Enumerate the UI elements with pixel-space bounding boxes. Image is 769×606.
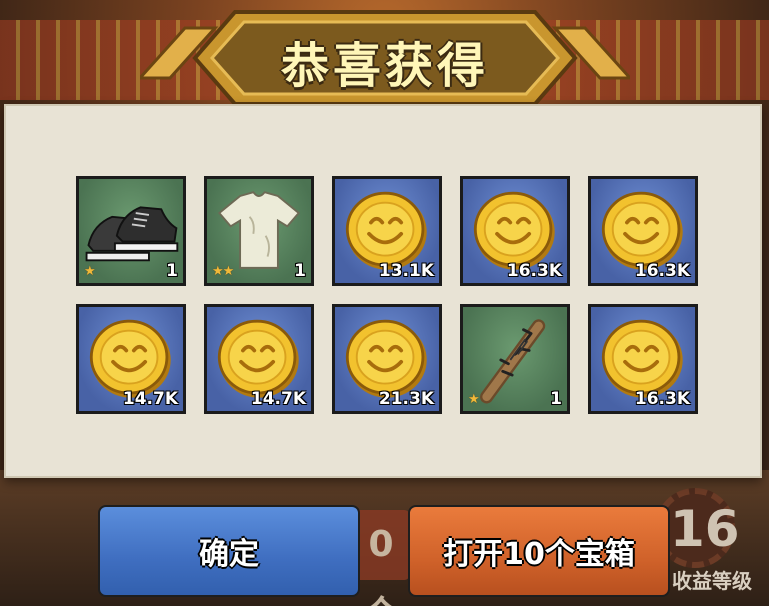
reward-quantity: 21.3K: [378, 389, 434, 409]
reward-slot[interactable]: 21.3K: [332, 304, 442, 414]
reward-slot[interactable]: ★ 1: [76, 176, 186, 286]
level-number: 16: [670, 500, 740, 558]
background-button-fragment: 0个: [352, 510, 410, 606]
reward-quantity: 16.3K: [506, 261, 562, 281]
popup-title: 恭喜获得: [280, 38, 489, 94]
reward-quantity: 13.1K: [378, 261, 434, 281]
reward-quantity: 14.7K: [122, 389, 178, 409]
reward-quantity: 14.7K: [250, 389, 306, 409]
rarity-stars: ★: [84, 264, 96, 279]
reward-slot[interactable]: ★★ 1: [204, 176, 314, 286]
reward-slot[interactable]: 14.7K: [76, 304, 186, 414]
reward-quantity: 16.3K: [634, 261, 690, 281]
reward-slot[interactable]: ★ 1: [460, 304, 570, 414]
reward-slot[interactable]: 14.7K: [204, 304, 314, 414]
reward-quantity: 1: [166, 261, 178, 281]
open-10-chests-button[interactable]: 打开10个宝箱: [408, 505, 670, 597]
reward-slot[interactable]: 13.1K: [332, 176, 442, 286]
reward-quantity: 16.3K: [634, 389, 690, 409]
title-banner: 恭喜获得: [140, 8, 630, 104]
reward-slot[interactable]: 16.3K: [588, 304, 698, 414]
confirm-button[interactable]: 确定: [98, 505, 360, 597]
reward-quantity: 1: [294, 261, 306, 281]
reward-grid: ★ 1 ★★ 1 13.1K 16.3K 16.3K 14.7K 14.7K 21.3K ★ 1 16.…: [76, 176, 698, 414]
rarity-stars: ★★: [212, 264, 234, 279]
reward-slot[interactable]: 16.3K: [588, 176, 698, 286]
reward-panel: ★ 1 ★★ 1 13.1K 16.3K 16.3K 14.7K 14.7K 21.3K ★ 1 16.…: [4, 104, 762, 478]
level-label: 收益等级: [672, 569, 752, 593]
rarity-stars: ★: [468, 392, 480, 407]
reward-quantity: 1: [550, 389, 562, 409]
reward-slot[interactable]: 16.3K: [460, 176, 570, 286]
